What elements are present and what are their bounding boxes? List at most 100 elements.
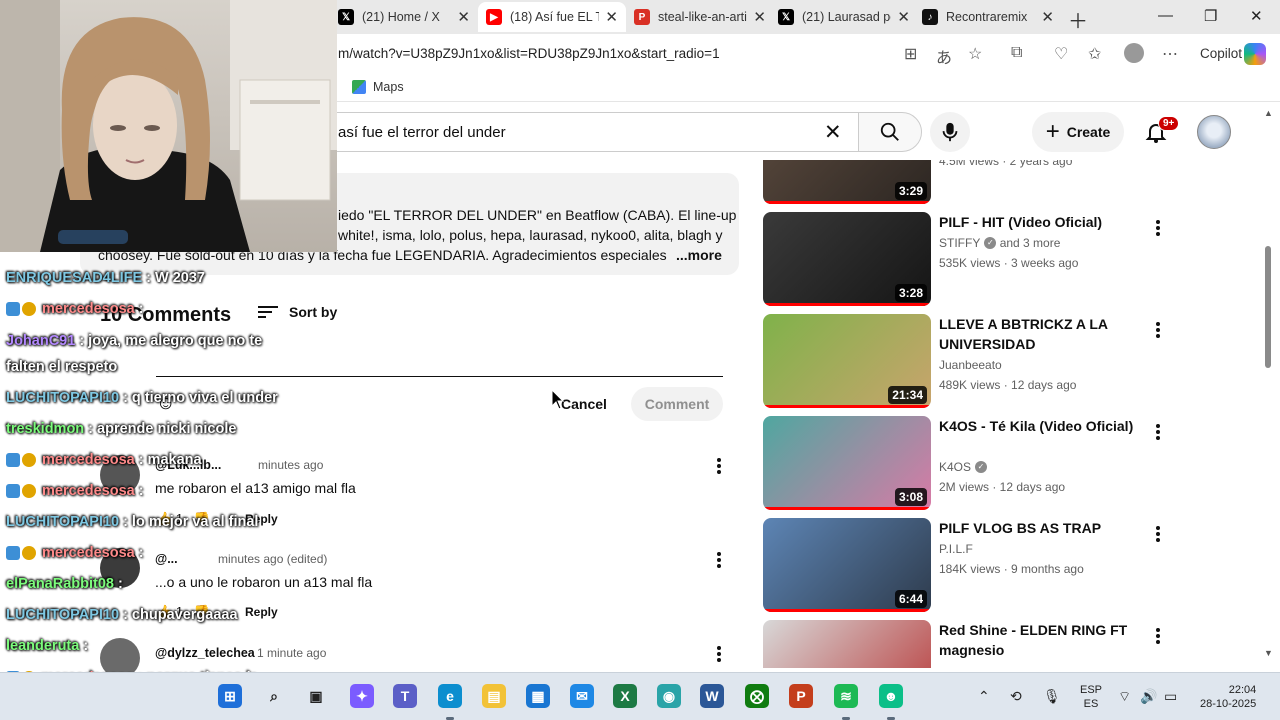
close-tab-icon[interactable]: ✕ — [457, 8, 470, 26]
store-icon[interactable]: ▦ — [526, 684, 550, 708]
video-title[interactable]: PILF - HIT (Video Oficial) — [939, 212, 1139, 232]
related-video-item[interactable]: Red Shine - ELDEN RING FT magnesio — [763, 620, 1263, 668]
video-thumbnail[interactable]: 21:34 — [763, 314, 931, 408]
profile-icon[interactable] — [1124, 43, 1144, 63]
comment-submit-button[interactable]: Comment — [631, 387, 723, 421]
page-scrollbar[interactable]: ▲ ▼ — [1262, 108, 1276, 668]
url-field[interactable]: m/watch?v=U38pZ9Jn1xo&list=RDU38pZ9Jn1xo… — [338, 46, 720, 61]
favorites-icon[interactable]: ✩ — [1088, 44, 1101, 64]
search-icon[interactable]: ⌕ — [262, 684, 286, 708]
tab-x-laurasad[interactable]: 𝕏 (21) Laurasad post ✕ — [770, 2, 918, 32]
clear-search-icon[interactable]: ✕ — [824, 120, 842, 145]
pdf-icon: P — [634, 9, 650, 25]
xbox-icon[interactable]: ⨂ — [745, 684, 769, 708]
sort-by-button[interactable]: Sort by — [258, 303, 337, 321]
game-icon[interactable]: ☻ — [879, 684, 903, 708]
show-hidden-icons-icon[interactable]: ⌃ — [978, 688, 990, 705]
comment-menu-icon[interactable] — [714, 456, 724, 476]
video-title[interactable]: LLEVE A BBTRICKZ A LA UNIVERSIDAD — [939, 314, 1139, 354]
video-menu-icon[interactable] — [1153, 626, 1163, 646]
reply-button[interactable]: Reply — [245, 605, 278, 619]
related-video-item[interactable]: 3:08 K4OS - Té Kila (Video Oficial) K4OS ✓ 2… — [763, 416, 1263, 512]
add-comment-input[interactable] — [156, 376, 723, 377]
video-menu-icon[interactable] — [1153, 524, 1163, 544]
search-button[interactable] — [858, 112, 922, 152]
battery-icon[interactable]: ▭ — [1164, 688, 1177, 705]
comment-menu-icon[interactable] — [714, 644, 724, 664]
close-tab-icon[interactable]: ✕ — [1041, 8, 1054, 26]
chat-message: ENRIQUESAD4LIFE: W 2037 — [6, 270, 205, 286]
chat-badge-icon — [22, 484, 36, 498]
extensions-icon[interactable]: ⧉ — [1011, 44, 1022, 62]
video-channel[interactable]: K4OS ✓ — [939, 460, 988, 474]
scroll-down-icon[interactable]: ▼ — [1264, 648, 1273, 658]
copilot-icon[interactable] — [1244, 43, 1266, 65]
microphone-tray-icon[interactable]: 🎙 — [1043, 688, 1061, 705]
video-menu-icon[interactable] — [1153, 320, 1163, 340]
video-channel[interactable]: P.I.L.F — [939, 542, 973, 556]
description-more-link[interactable]: ...more — [676, 247, 722, 263]
language-indicator[interactable]: ESP ES — [1080, 683, 1102, 711]
powerpoint-icon[interactable]: P — [789, 684, 813, 708]
comment-author[interactable]: @... — [155, 552, 178, 566]
mail-icon[interactable]: ✉ — [570, 684, 594, 708]
video-menu-icon[interactable] — [1153, 218, 1163, 238]
word-icon[interactable]: W — [700, 684, 724, 708]
video-thumbnail[interactable]: 3:28 — [763, 212, 931, 306]
related-video-item[interactable]: 3:29Franux BB✓4.5M views · 2 years ago — [763, 160, 1263, 204]
photos-icon[interactable]: ◉ — [657, 684, 681, 708]
related-video-item[interactable]: 3:28 PILF - HIT (Video Oficial) STIFFY ✓ an… — [763, 212, 1263, 308]
restore-icon[interactable]: ❐ — [1204, 7, 1217, 25]
video-channel[interactable]: Juanbeeato — [939, 358, 1002, 372]
account-avatar[interactable] — [1197, 115, 1231, 149]
new-tab-icon[interactable]: ＋ — [1068, 5, 1088, 34]
video-channel[interactable]: STIFFY ✓ and 3 more — [939, 236, 1060, 250]
minimize-icon[interactable]: — — [1158, 7, 1173, 24]
video-title[interactable]: K4OS - Té Kila (Video Oficial) — [939, 416, 1139, 436]
more-menu-icon[interactable]: ⋯ — [1162, 44, 1178, 64]
close-tab-icon[interactable]: ✕ — [605, 8, 618, 26]
close-tab-icon[interactable]: ✕ — [753, 8, 766, 26]
edge-icon[interactable]: e — [438, 684, 462, 708]
favorite-star-icon[interactable]: ☆ — [968, 44, 982, 64]
create-button[interactable]: + Create — [1032, 112, 1124, 152]
volume-icon[interactable]: 🔊 — [1140, 688, 1157, 705]
video-thumbnail[interactable] — [763, 620, 931, 668]
related-video-item[interactable]: 21:34 LLEVE A BBTRICKZ A LA UNIVERSIDAD Ju… — [763, 314, 1263, 410]
file-explorer-icon[interactable]: ▤ — [482, 684, 506, 708]
copilot-label[interactable]: Copilot — [1200, 46, 1242, 61]
scroll-up-icon[interactable]: ▲ — [1264, 108, 1273, 118]
favorite-maps[interactable]: Maps — [352, 80, 404, 94]
close-tab-icon[interactable]: ✕ — [897, 8, 910, 26]
app-available-icon[interactable]: ⊞ — [904, 44, 917, 64]
teams-icon[interactable]: T — [393, 684, 417, 708]
scroll-thumb[interactable] — [1265, 246, 1271, 368]
sync-icon[interactable]: ⟲ — [1010, 688, 1022, 705]
chat-text: : — [83, 638, 89, 654]
tab-tiktok[interactable]: ♪ Recontraremix ✕ — [914, 2, 1062, 32]
read-aloud-icon[interactable]: あ — [936, 44, 952, 68]
copilot-icon[interactable]: ✦ — [350, 684, 374, 708]
video-menu-icon[interactable] — [1153, 422, 1163, 442]
wifi-icon[interactable]: ⌔ — [1118, 688, 1131, 706]
task-view-icon[interactable]: ▣ — [304, 684, 328, 708]
close-window-icon[interactable]: ✕ — [1250, 7, 1263, 25]
voice-search-button[interactable] — [930, 112, 970, 152]
browser-essentials-icon[interactable]: ♡ — [1054, 44, 1068, 64]
spotify-icon[interactable]: ≋ — [834, 684, 858, 708]
video-title[interactable]: PILF VLOG BS AS TRAP — [939, 518, 1139, 538]
video-thumbnail[interactable]: 3:08 — [763, 416, 931, 510]
excel-icon[interactable]: X — [613, 684, 637, 708]
tab-pdf[interactable]: P steal-like-an-artist ✕ — [626, 2, 774, 32]
tab-x-home[interactable]: 𝕏 (21) Home / X ✕ — [330, 2, 478, 32]
tab-youtube-active[interactable]: ▶ (18) Así fue EL TERROR DEL UNDER ✕ — [478, 2, 626, 32]
video-thumbnail[interactable]: 6:44 — [763, 518, 931, 612]
video-thumbnail[interactable]: 3:29 — [763, 160, 931, 204]
comment-menu-icon[interactable] — [714, 550, 724, 570]
related-video-item[interactable]: 6:44 PILF VLOG BS AS TRAP P.I.L.F 184K view… — [763, 518, 1263, 614]
start-icon[interactable]: ⊞ — [218, 684, 242, 708]
video-title[interactable]: Red Shine - ELDEN RING FT magnesio — [939, 620, 1139, 660]
comment-author[interactable]: @dylzz_telechea — [155, 646, 255, 660]
chat-badges — [6, 302, 38, 316]
clock[interactable]: 22:04 28-10-2025 — [1200, 683, 1256, 711]
